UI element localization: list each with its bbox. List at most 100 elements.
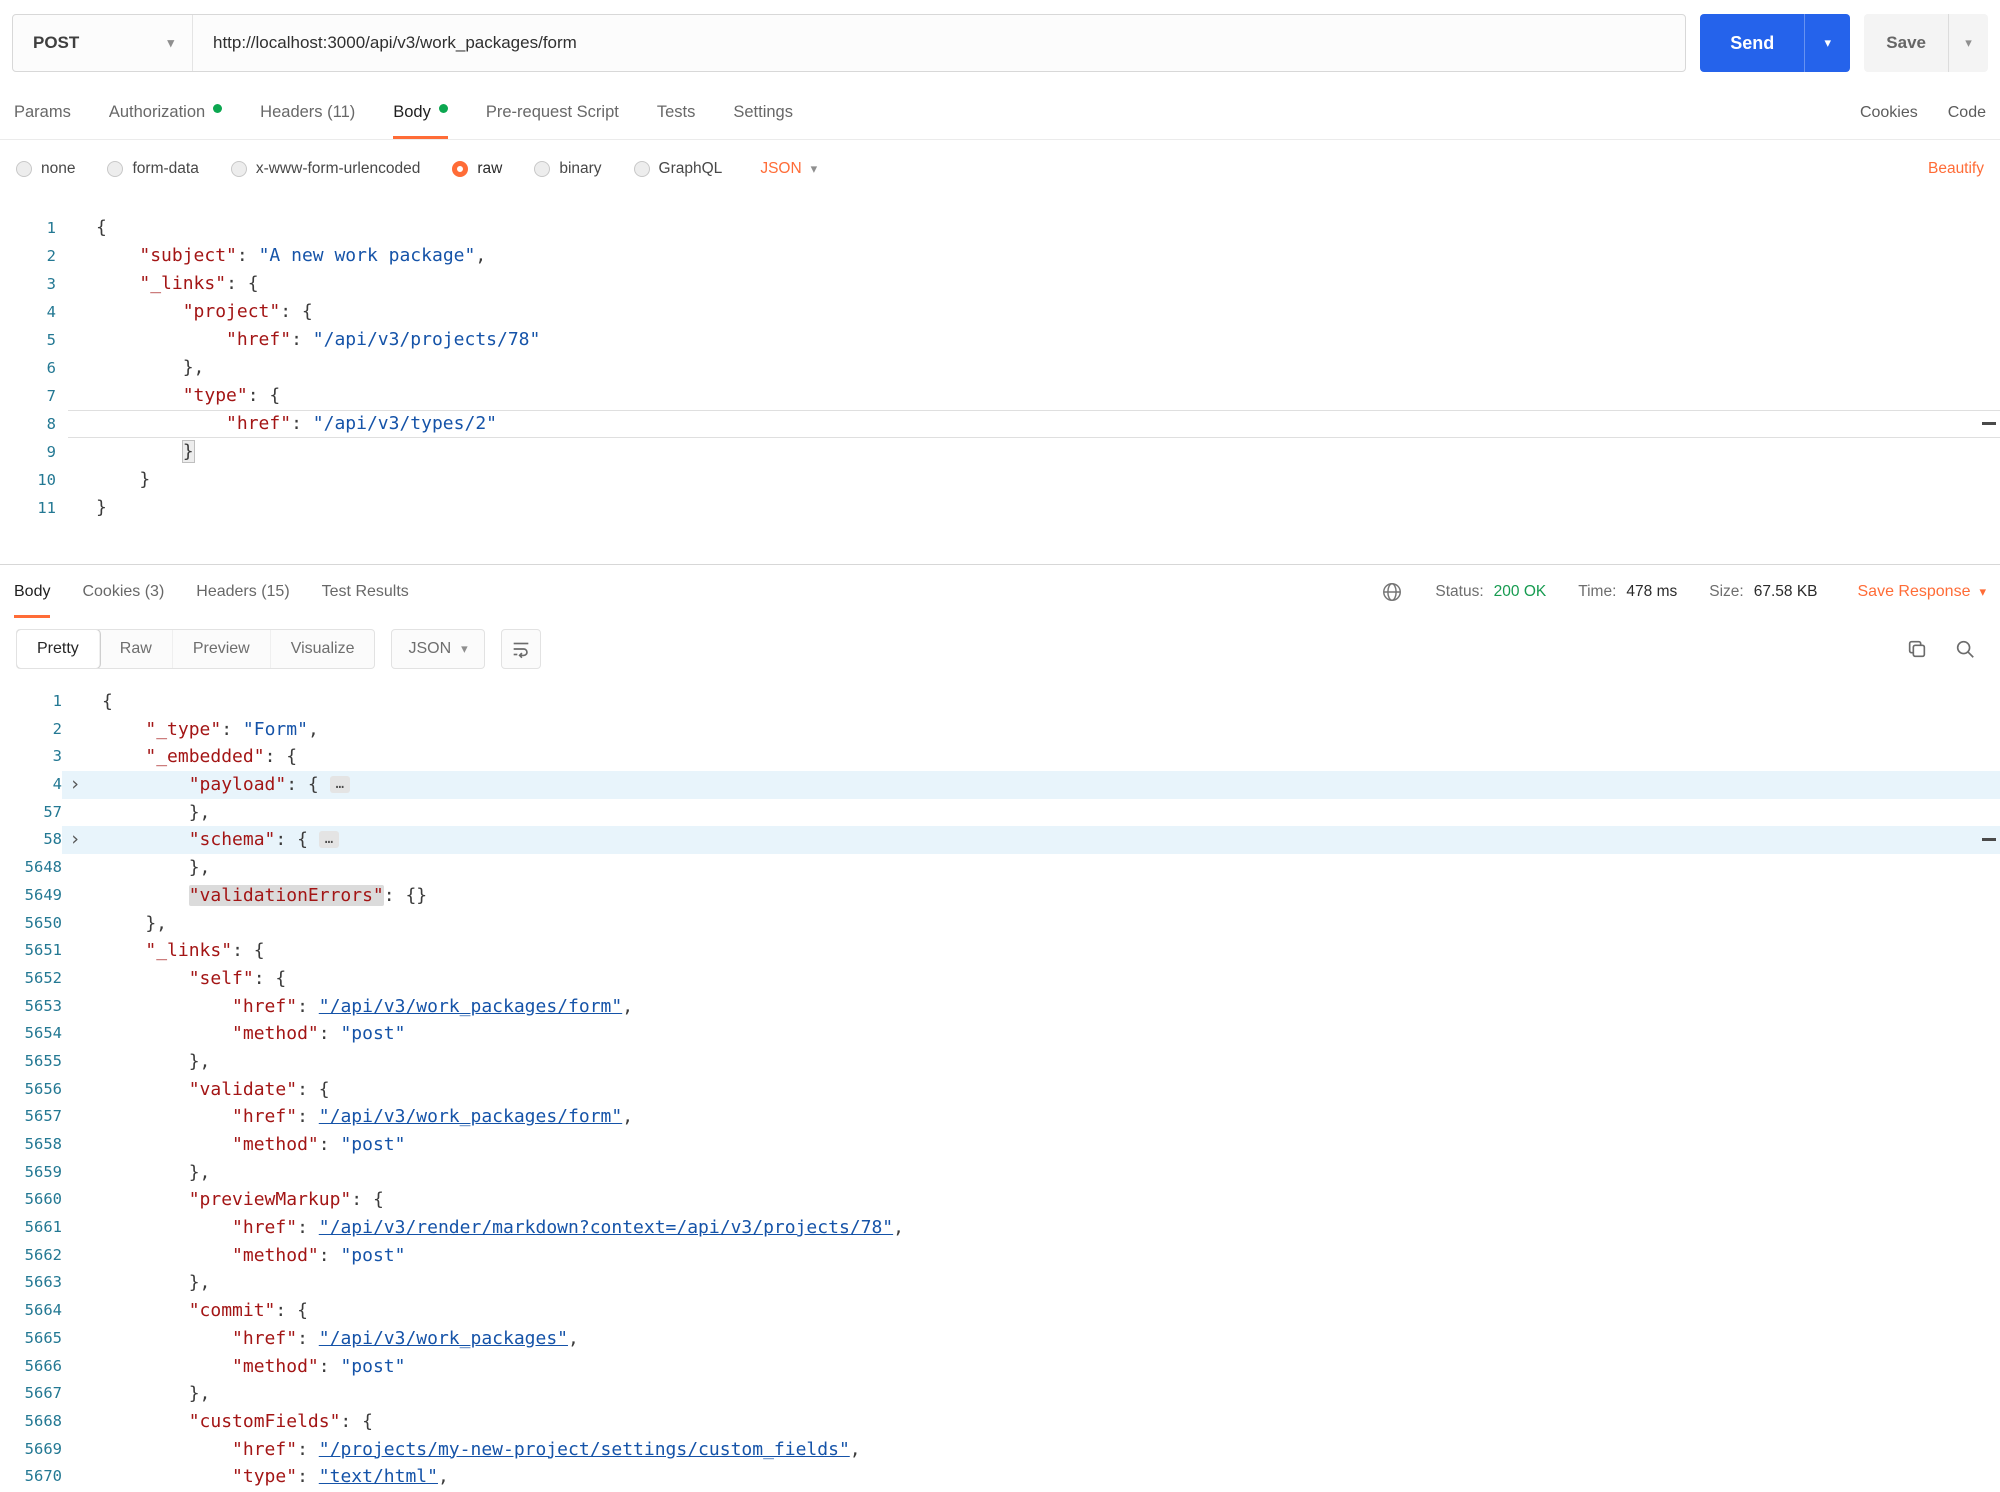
body-type-none[interactable]: none xyxy=(16,160,75,178)
line-number: 6 xyxy=(0,354,56,382)
token: "_links" xyxy=(145,940,232,961)
save-response-label: Save Response xyxy=(1858,583,1971,601)
body-type-bar: none form-data x-www-form-urlencoded raw bin… xyxy=(0,140,2000,198)
tab-label: Test Results xyxy=(322,583,409,601)
token: : xyxy=(297,1328,319,1349)
token: }, xyxy=(102,913,167,934)
copy-icon[interactable] xyxy=(1906,638,1928,660)
tab-test-results[interactable]: Test Results xyxy=(322,565,409,618)
response-body-viewer[interactable]: 1{2 "_type": "Form",3 "_embedded": {4› "… xyxy=(0,680,2000,1491)
tab-label: Headers (15) xyxy=(196,583,289,601)
method-dropdown[interactable]: POST ▾ xyxy=(13,15,193,71)
fold-ellipsis[interactable]: … xyxy=(319,831,339,848)
view-pretty[interactable]: Pretty xyxy=(17,630,100,668)
body-type-form-data[interactable]: form-data xyxy=(107,160,198,178)
code-text: "customFields": { xyxy=(88,1408,2000,1436)
beautify-button[interactable]: Beautify xyxy=(1928,160,1984,178)
code-line: 5655 }, xyxy=(0,1048,2000,1076)
save-response-button[interactable]: Save Response ▾ xyxy=(1858,583,1987,601)
body-type-raw[interactable]: raw xyxy=(452,160,502,178)
body-type-graphql[interactable]: GraphQL xyxy=(634,160,723,178)
token: , xyxy=(308,719,319,740)
json-link[interactable]: "/api/v3/work_packages/form" xyxy=(319,996,622,1017)
token: : xyxy=(291,413,313,434)
search-icon[interactable] xyxy=(1954,638,1976,660)
view-visualize[interactable]: Visualize xyxy=(271,630,375,668)
send-button-group: Send ▾ xyxy=(1700,14,1850,72)
tab-body[interactable]: Body xyxy=(393,86,448,139)
code-text: "project": { xyxy=(68,298,2000,326)
code-link[interactable]: Code xyxy=(1948,104,1986,122)
json-link[interactable]: "text/html" xyxy=(319,1466,438,1487)
request-language-dropdown[interactable]: JSON ▾ xyxy=(760,160,817,178)
send-options-button[interactable]: ▾ xyxy=(1804,14,1850,72)
tab-authorization[interactable]: Authorization xyxy=(109,86,222,139)
save-button[interactable]: Save xyxy=(1864,14,1948,72)
token: : xyxy=(319,1134,341,1155)
fold-column xyxy=(56,242,68,270)
json-link[interactable]: "/api/v3/render/markdown?context=/api/v3… xyxy=(319,1217,893,1238)
token: "href" xyxy=(232,996,297,1017)
token: "commit" xyxy=(189,1300,276,1321)
token xyxy=(102,1023,232,1044)
body-type-x-www-form-urlencoded[interactable]: x-www-form-urlencoded xyxy=(231,160,421,178)
line-number: 58 xyxy=(0,826,62,854)
url-input[interactable]: http://localhost:3000/api/v3/work_packag… xyxy=(193,15,1685,71)
code-text: "href": "/api/v3/work_packages/form", xyxy=(88,1103,2000,1131)
view-preview[interactable]: Preview xyxy=(173,630,271,668)
tab-params[interactable]: Params xyxy=(14,86,71,139)
cookies-link[interactable]: Cookies xyxy=(1860,104,1918,122)
fold-column xyxy=(62,1048,88,1076)
line-number: 5652 xyxy=(0,965,62,993)
code-line: 7 "type": { xyxy=(0,382,2000,410)
request-body-editor[interactable]: 1{2 "subject": "A new work package",3 "_… xyxy=(0,198,2000,564)
code-line: 5662 "method": "post" xyxy=(0,1242,2000,1270)
json-link[interactable]: "/projects/my-new-project/settings/custo… xyxy=(319,1439,850,1460)
token: , xyxy=(475,245,486,266)
tab-tests[interactable]: Tests xyxy=(657,86,696,139)
code-line: 5648 }, xyxy=(0,854,2000,882)
code-line: 11} xyxy=(0,494,2000,522)
token: "Form" xyxy=(243,719,308,740)
json-link[interactable]: "/api/v3/work_packages/form" xyxy=(319,1106,622,1127)
response-language-dropdown[interactable]: JSON ▾ xyxy=(391,629,484,669)
tab-body[interactable]: Body xyxy=(14,565,50,618)
fold-ellipsis[interactable]: … xyxy=(330,776,350,793)
json-link[interactable]: "/api/v3/work_packages" xyxy=(319,1328,568,1349)
token: , xyxy=(438,1466,449,1487)
network-globe-icon[interactable] xyxy=(1381,581,1403,603)
token xyxy=(96,385,183,406)
code-text: "href": "/projects/my-new-project/settin… xyxy=(88,1436,2000,1464)
token: : xyxy=(319,1356,341,1377)
token: : xyxy=(319,1245,341,1266)
fold-chevron-icon[interactable]: › xyxy=(62,826,88,854)
token: : xyxy=(221,719,243,740)
body-type-binary[interactable]: binary xyxy=(534,160,601,178)
tab-pre-request-script[interactable]: Pre-request Script xyxy=(486,86,619,139)
token: "schema" xyxy=(189,829,276,850)
wrap-lines-button[interactable] xyxy=(501,629,541,669)
fold-column xyxy=(62,1020,88,1048)
line-number: 5650 xyxy=(0,910,62,938)
fold-column xyxy=(62,1242,88,1270)
fold-column xyxy=(62,1186,88,1214)
fold-column xyxy=(62,1408,88,1436)
save-options-button[interactable]: ▾ xyxy=(1948,14,1988,72)
code-text: "validationErrors": {} xyxy=(88,882,2000,910)
code-line: 1{ xyxy=(0,214,2000,242)
tab-headers-15[interactable]: Headers (15) xyxy=(196,565,289,618)
code-line: 1{ xyxy=(0,688,2000,716)
token xyxy=(102,1245,232,1266)
fold-chevron-icon[interactable]: › xyxy=(62,771,88,799)
token: "payload" xyxy=(189,774,287,795)
token: : { xyxy=(275,829,318,850)
line-number: 5661 xyxy=(0,1214,62,1242)
token: }, xyxy=(96,357,204,378)
view-raw[interactable]: Raw xyxy=(100,630,173,668)
tab-cookies-3[interactable]: Cookies (3) xyxy=(82,565,164,618)
tab-headers-11[interactable]: Headers (11) xyxy=(260,86,355,139)
send-button[interactable]: Send xyxy=(1700,14,1804,72)
fold-column xyxy=(62,937,88,965)
token: : xyxy=(297,996,319,1017)
tab-settings[interactable]: Settings xyxy=(733,86,793,139)
